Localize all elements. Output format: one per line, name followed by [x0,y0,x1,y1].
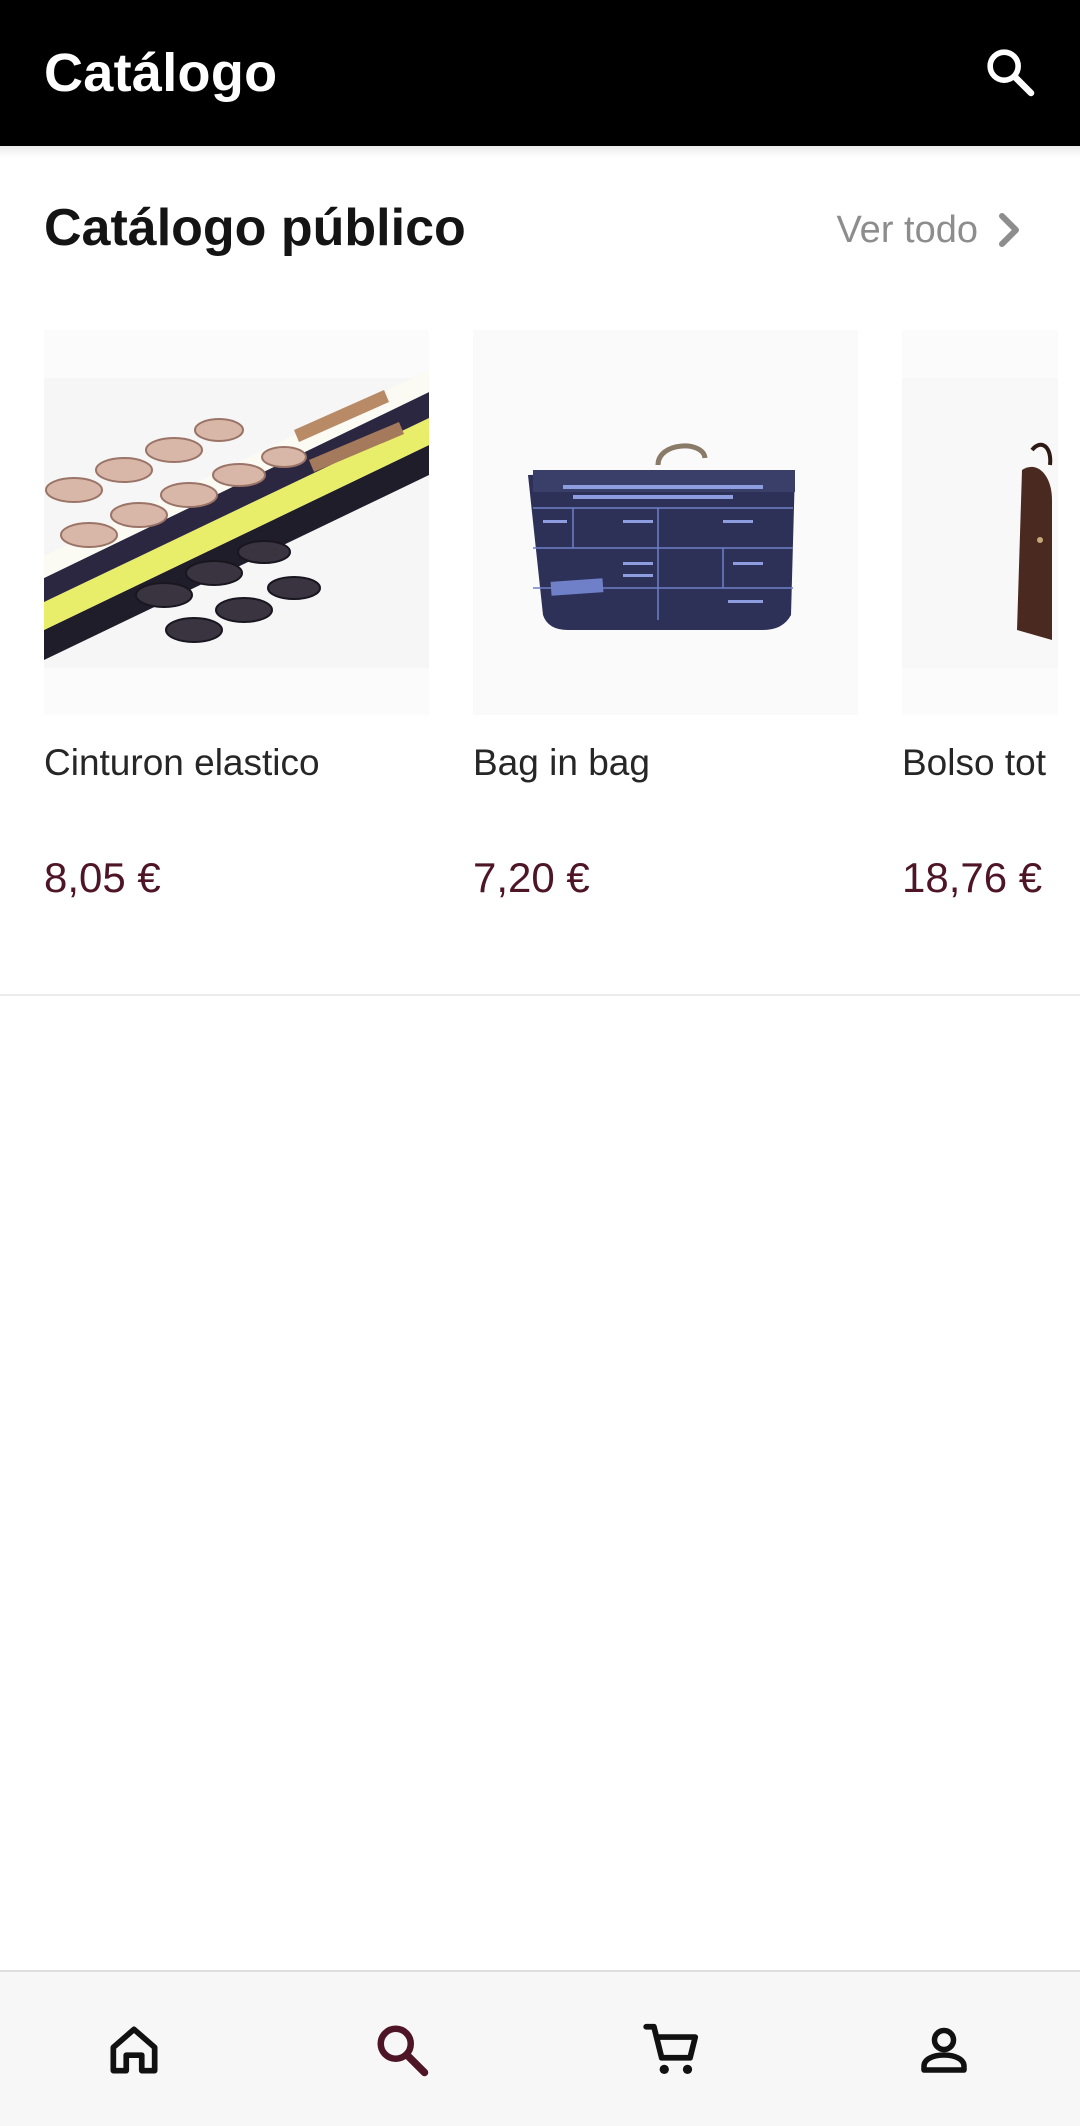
nav-search[interactable] [352,2000,452,2100]
section-divider [0,994,1080,996]
section-title: Catálogo público [44,199,466,257]
nav-home[interactable] [84,2000,184,2100]
see-all-link[interactable]: Ver todo [836,204,1022,256]
catalog-screen: Catálogo Catálogo público Ver todo Cintu… [0,0,1080,2126]
app-bar-title: Catálogo [44,43,278,103]
product-name: Bag in bag [473,742,650,783]
product-price: 8,05 € [44,854,161,901]
see-all-label: Ver todo [836,208,978,251]
product-image-bag-in-bag[interactable] [473,330,858,715]
cart-icon [643,2023,699,2075]
product-image-bolso[interactable] [902,330,1058,715]
account-icon [921,2027,967,2073]
product-name: Cinturon elastico [44,742,320,783]
product-carousel[interactable]: Cinturon elastico 8,05 € Bag in bag 7,20… [0,330,1058,930]
app-bar-shadow [0,146,1080,158]
product-card[interactable]: Cinturon elastico 8,05 € [44,330,429,930]
product-image-belts[interactable] [44,330,429,715]
search-icon [987,49,1035,97]
bottom-navigation [0,1970,1080,2126]
product-price: 7,20 € [473,854,590,901]
product-card[interactable]: Bolso tot 18,76 € [902,330,1058,930]
search-icon [377,2025,429,2077]
nav-account[interactable] [894,2000,994,2100]
product-name: Bolso tot [902,742,1046,783]
app-bar: Catálogo [0,0,1080,146]
home-icon [110,2026,158,2074]
product-price: 18,76 € [902,854,1043,901]
chevron-right-icon [999,213,1019,247]
search-button[interactable] [974,36,1046,108]
nav-cart[interactable] [622,2000,722,2100]
product-card[interactable]: Bag in bag 7,20 € [473,330,858,930]
